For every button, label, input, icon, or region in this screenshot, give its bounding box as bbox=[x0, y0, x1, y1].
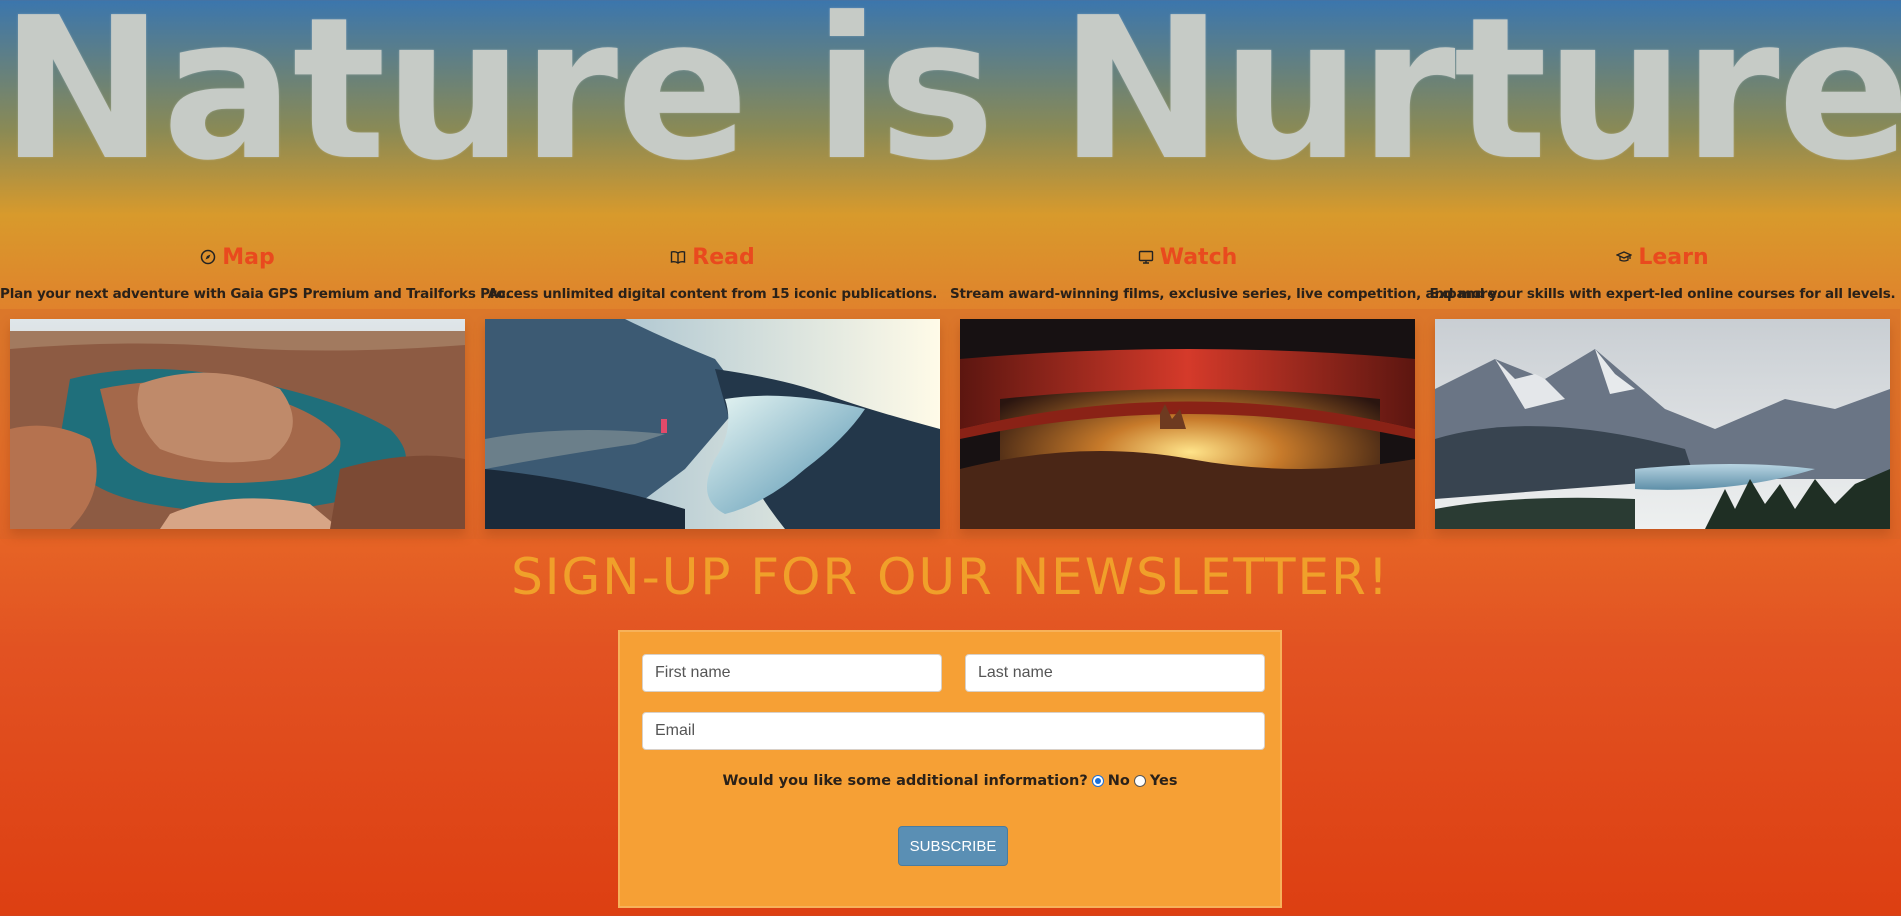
card-learn: Learn Expand your skills with expert-led… bbox=[1425, 236, 1900, 538]
card-title: Learn bbox=[1638, 244, 1709, 270]
card-watch: Watch Stream award-winning films, exclus… bbox=[950, 236, 1502, 538]
question-label: Would you like some additional informati… bbox=[722, 773, 1088, 789]
card-map-title-link[interactable]: Map bbox=[0, 242, 475, 272]
card-read: Read Access unlimited digital content fr… bbox=[475, 236, 950, 538]
additional-info-question: Would you like some additional informati… bbox=[620, 773, 1280, 789]
hero-title: Nature is Nurture bbox=[0, 0, 1901, 204]
graduation-cap-icon bbox=[1616, 251, 1633, 262]
subscribe-button[interactable]: SUBSCRIBE bbox=[898, 826, 1008, 866]
card-map: Map Plan your next adventure with Gaia G… bbox=[0, 236, 511, 538]
card-description: Plan your next adventure with Gaia GPS P… bbox=[0, 286, 511, 302]
feature-cards: Map Plan your next adventure with Gaia G… bbox=[0, 236, 1901, 538]
card-description: Expand your skills with expert-led onlin… bbox=[1429, 286, 1896, 302]
radio-yes-label: Yes bbox=[1149, 773, 1178, 789]
card-read-title-link[interactable]: Read bbox=[475, 242, 950, 272]
monitor-icon bbox=[1138, 250, 1153, 264]
radio-no[interactable] bbox=[1091, 775, 1104, 787]
card-title: Map bbox=[222, 244, 275, 270]
mountain-lake-image bbox=[1435, 319, 1890, 529]
card-learn-title-link[interactable]: Learn bbox=[1425, 242, 1900, 272]
newsletter-form: Would you like some additional informati… bbox=[618, 630, 1282, 908]
book-icon bbox=[671, 250, 686, 264]
canyon-image bbox=[10, 319, 465, 529]
newsletter-title: SIGN-UP FOR OUR NEWSLETTER! bbox=[511, 548, 1390, 606]
email-input[interactable] bbox=[642, 712, 1265, 750]
card-title: Read bbox=[692, 244, 755, 270]
compass-icon bbox=[201, 249, 216, 265]
fjord-image bbox=[485, 319, 940, 529]
arch-image bbox=[960, 319, 1415, 529]
card-description: Access unlimited digital content from 15… bbox=[487, 286, 938, 302]
radio-no-label: No bbox=[1107, 773, 1130, 789]
card-description: Stream award-winning films, exclusive se… bbox=[950, 286, 1502, 302]
radio-yes[interactable] bbox=[1133, 775, 1146, 787]
first-name-input[interactable] bbox=[642, 654, 942, 692]
card-title: Watch bbox=[1159, 244, 1238, 270]
last-name-input[interactable] bbox=[965, 654, 1265, 692]
card-watch-title-link[interactable]: Watch bbox=[950, 242, 1425, 272]
